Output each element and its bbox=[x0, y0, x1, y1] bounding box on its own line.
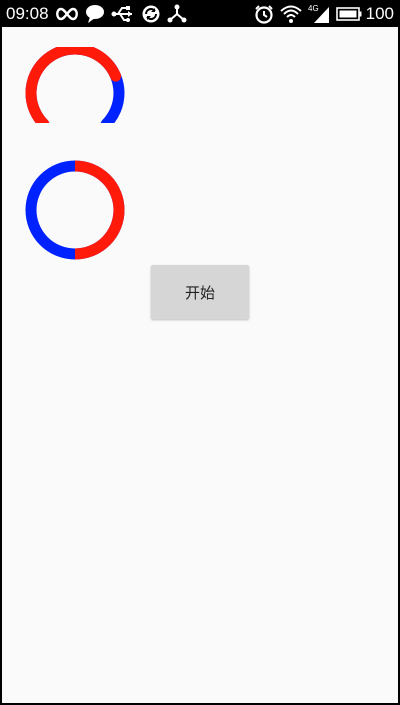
progress-ring bbox=[25, 160, 125, 260]
status-time: 09:08 bbox=[6, 4, 49, 23]
app-screen: 开始 bbox=[2, 27, 398, 703]
wifi-icon bbox=[279, 3, 302, 25]
battery-icon bbox=[335, 3, 362, 25]
share-icon bbox=[167, 3, 187, 25]
infinity-icon bbox=[55, 3, 79, 25]
usb-icon bbox=[111, 3, 135, 25]
alarm-icon bbox=[254, 3, 274, 25]
status-bar: 09:08 4G 100 bbox=[0, 0, 400, 27]
progress-ring-fill bbox=[74, 160, 125, 260]
progress-arc-fill bbox=[25, 47, 122, 123]
status-left: 09:08 bbox=[0, 0, 187, 27]
signal-icon: 4G bbox=[308, 3, 330, 25]
sync-icon bbox=[141, 3, 161, 25]
chat-bubble-icon bbox=[85, 3, 105, 25]
network-type-label: 4G bbox=[308, 4, 319, 13]
progress-arc bbox=[25, 47, 125, 123]
start-button[interactable]: 开始 bbox=[151, 265, 249, 319]
status-right: 4G 100 bbox=[248, 0, 400, 27]
battery-level-text: 100 bbox=[365, 4, 394, 23]
